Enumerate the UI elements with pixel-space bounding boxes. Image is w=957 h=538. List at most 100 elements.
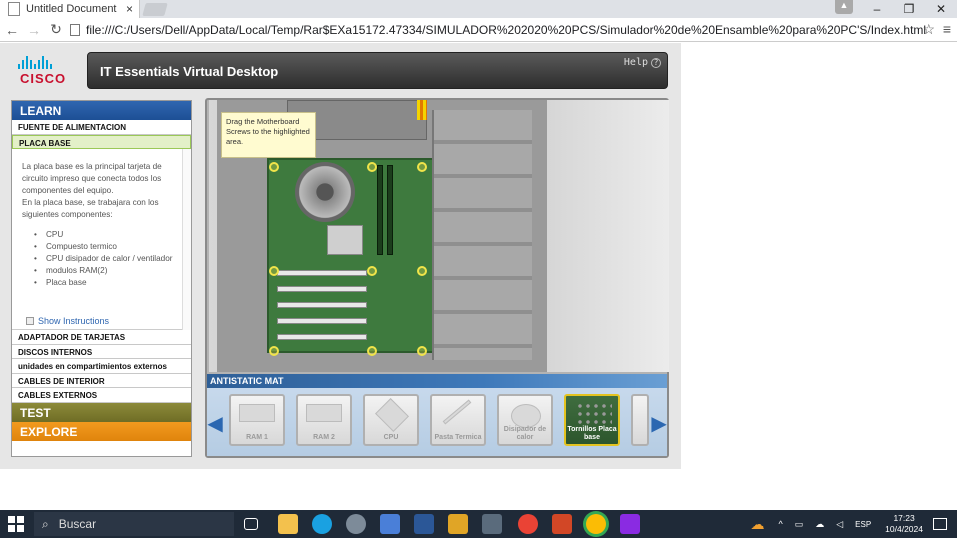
url-text: file:///C:/Users/Dell/AppData/Local/Temp… [86, 23, 927, 37]
chipset-image [327, 225, 363, 255]
list-item: CPU [34, 229, 181, 241]
description-p1: La placa base es la principal tarjeta de… [22, 162, 162, 195]
left-panel: LEARN FUENTE DE ALIMENTACION PLACA BASE … [11, 100, 192, 457]
screw-target[interactable] [367, 266, 377, 276]
workspace: Drag the Motherboard Screws to the highl… [205, 98, 669, 458]
tab-close-icon[interactable]: × [126, 2, 133, 16]
tray-item-ram2[interactable]: RAM 2 [296, 394, 352, 446]
scroll-right-icon[interactable]: ▶ [651, 394, 666, 452]
tray-item-tornillos[interactable]: Tornillos Placa base [564, 394, 620, 446]
description-scrollbar[interactable] [182, 149, 191, 330]
screws-icon [576, 402, 612, 424]
edge-icon[interactable] [312, 514, 332, 534]
cloud-icon[interactable]: ☁ [750, 516, 764, 533]
restore-button[interactable]: ❐ [893, 0, 925, 18]
forward-arrow-icon[interactable]: → [24, 20, 44, 40]
address-bar[interactable]: file:///C:/Users/Dell/AppData/Local/Temp… [66, 20, 939, 40]
tab-bar: Untitled Document × ▲ – ❐ ✕ [0, 0, 957, 18]
heatsink-icon [511, 404, 541, 428]
menu-item-discos[interactable]: DISCOS INTERNOS [12, 344, 191, 359]
screw-target[interactable] [417, 346, 427, 356]
tray-item-label: Disipador de calor [503, 426, 547, 441]
tray-item-pasta-termica[interactable]: Pasta Termica [430, 394, 486, 446]
menu-item-unidades[interactable]: unidades en compartimientos externos [12, 359, 191, 374]
minimize-button[interactable]: – [861, 0, 893, 18]
browser-toolbar: ← → ↻ file:///C:/Users/Dell/AppData/Loca… [0, 18, 957, 42]
window-controls: – ❐ ✕ [861, 0, 957, 18]
screw-target[interactable] [417, 162, 427, 172]
app-icon[interactable] [380, 514, 400, 534]
menu-item-cables-interior[interactable]: CABLES DE INTERIOR [12, 373, 191, 388]
description-p2: En la placa base, se trabajara con los s… [22, 198, 159, 219]
screw-target[interactable] [367, 162, 377, 172]
ram-icon [306, 404, 342, 422]
screw-target[interactable] [269, 162, 279, 172]
tray-item-ram1[interactable]: RAM 1 [229, 394, 285, 446]
menu-item-fuente[interactable]: FUENTE DE ALIMENTACION [12, 120, 191, 135]
tray-item-cpu[interactable]: CPU [363, 394, 419, 446]
powerpoint-icon[interactable] [552, 514, 572, 534]
reload-icon[interactable]: ↻ [46, 20, 66, 40]
close-window-button[interactable]: ✕ [925, 0, 957, 18]
pci-slot-image [277, 318, 367, 324]
network-icon[interactable]: ▭ [795, 519, 804, 530]
task-view-icon[interactable] [244, 518, 258, 530]
tray-item-next[interactable] [631, 394, 649, 446]
language-indicator[interactable]: ESP [855, 520, 871, 529]
profile-icon[interactable]: ▲ [835, 0, 853, 14]
ram-slot-image [377, 165, 383, 255]
section-test[interactable]: TEST [12, 402, 191, 422]
list-item: Placa base [34, 277, 181, 289]
screw-target[interactable] [269, 266, 279, 276]
chrome-icon[interactable] [518, 514, 538, 534]
ram-slot-image [387, 165, 393, 255]
screw-target[interactable] [367, 346, 377, 356]
app-icon[interactable] [346, 514, 366, 534]
drive-bay-image [432, 110, 532, 360]
show-instructions-label: Show Instructions [38, 316, 110, 326]
menu-icon[interactable]: ≡ [943, 21, 951, 37]
app-icon[interactable] [448, 514, 468, 534]
chrome-icon[interactable] [586, 514, 606, 534]
browser-tab[interactable]: Untitled Document × [0, 0, 140, 18]
back-arrow-icon[interactable]: ← [2, 20, 22, 40]
clock[interactable]: 17:23 10/4/2024 [885, 513, 923, 535]
section-explore[interactable]: EXPLORE [12, 421, 191, 441]
bookmark-star-icon[interactable]: ☆ [922, 21, 935, 38]
file-explorer-icon[interactable] [278, 514, 298, 534]
pci-slot-image [277, 334, 367, 340]
show-instructions-toggle[interactable]: Show Instructions [26, 315, 109, 327]
menu-item-adaptador[interactable]: ADAPTADOR DE TARJETAS [12, 330, 191, 345]
scroll-left-icon[interactable]: ◀ [207, 394, 222, 452]
volume-icon[interactable]: ◁ [836, 519, 843, 530]
windows-start-icon[interactable] [8, 516, 24, 532]
screw-target[interactable] [417, 266, 427, 276]
description-panel: La placa base es la principal tarjeta de… [12, 149, 191, 330]
onedrive-icon[interactable]: ☁ [815, 519, 824, 530]
case-side-panel [547, 100, 669, 372]
taskbar: ⌕ Buscar ☁ ^ ▭ ☁ ◁ ESP 17:23 10/4/2024 [0, 510, 957, 538]
new-tab-button[interactable] [142, 3, 168, 16]
taskbar-search[interactable]: ⌕ Buscar [34, 512, 234, 536]
checkbox-icon[interactable] [26, 317, 34, 325]
tray-item-disipador[interactable]: Disipador de calor [497, 394, 553, 446]
app-icon[interactable] [482, 514, 502, 534]
screw-target[interactable] [269, 346, 279, 356]
word-icon[interactable] [414, 514, 434, 534]
system-tray: ☁ ^ ▭ ☁ ◁ ESP 17:23 10/4/2024 [750, 510, 957, 538]
help-button[interactable]: Help ? [624, 57, 661, 68]
list-item: Compuesto termico [34, 241, 181, 253]
chevron-up-icon[interactable]: ^ [778, 519, 782, 529]
notification-icon[interactable] [933, 518, 947, 530]
logo-text: CISCO [20, 71, 67, 86]
menu-item-placa-base[interactable]: PLACA BASE [12, 134, 191, 149]
menu-item-cables-externos[interactable]: CABLES EXTERNOS [12, 388, 191, 403]
time: 17:23 [893, 513, 915, 523]
component-list: CPU Compuesto termico CPU disipador de c… [34, 229, 181, 289]
computer-case-view: Drag the Motherboard Screws to the highl… [209, 100, 669, 372]
syringe-icon [442, 399, 472, 425]
winrar-icon[interactable] [620, 514, 640, 534]
cpu-fan-image [295, 162, 355, 222]
cisco-bars-icon [18, 55, 74, 69]
section-learn[interactable]: LEARN [12, 101, 191, 120]
